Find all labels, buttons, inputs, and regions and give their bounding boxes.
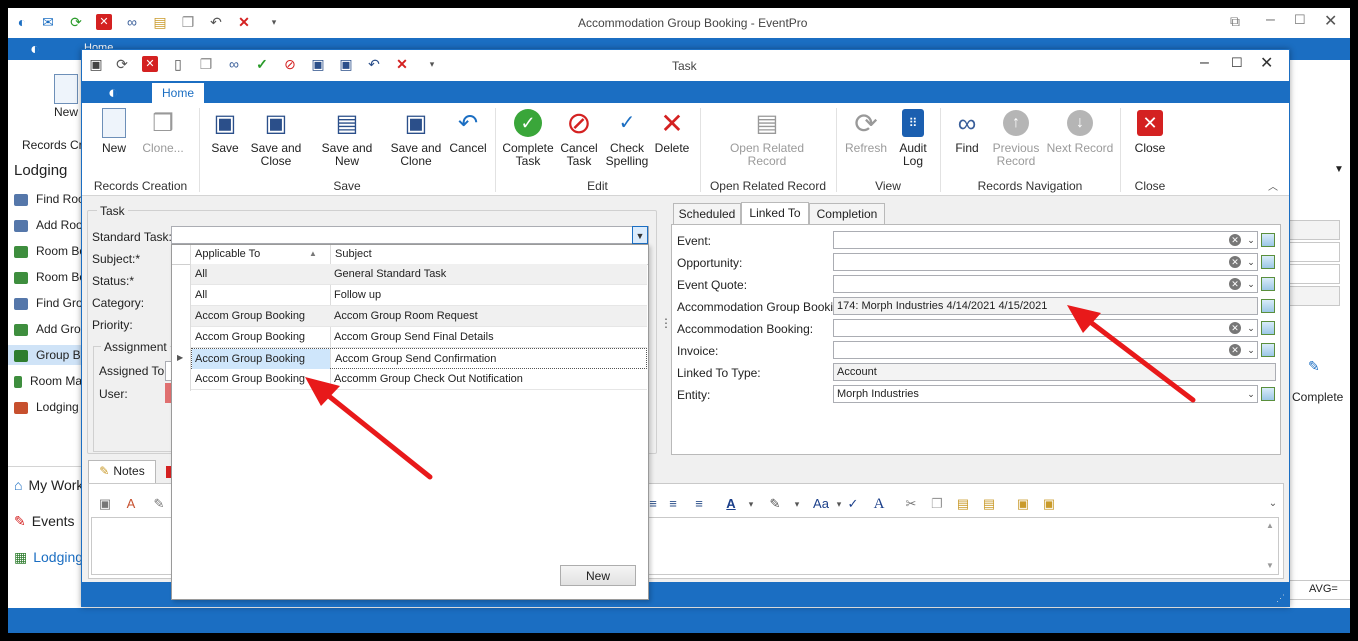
annotation-arrow-dropdown [305, 377, 433, 480]
annotation-arrow-group-booking [1067, 305, 1196, 403]
annotation-arrows [305, 305, 1196, 480]
